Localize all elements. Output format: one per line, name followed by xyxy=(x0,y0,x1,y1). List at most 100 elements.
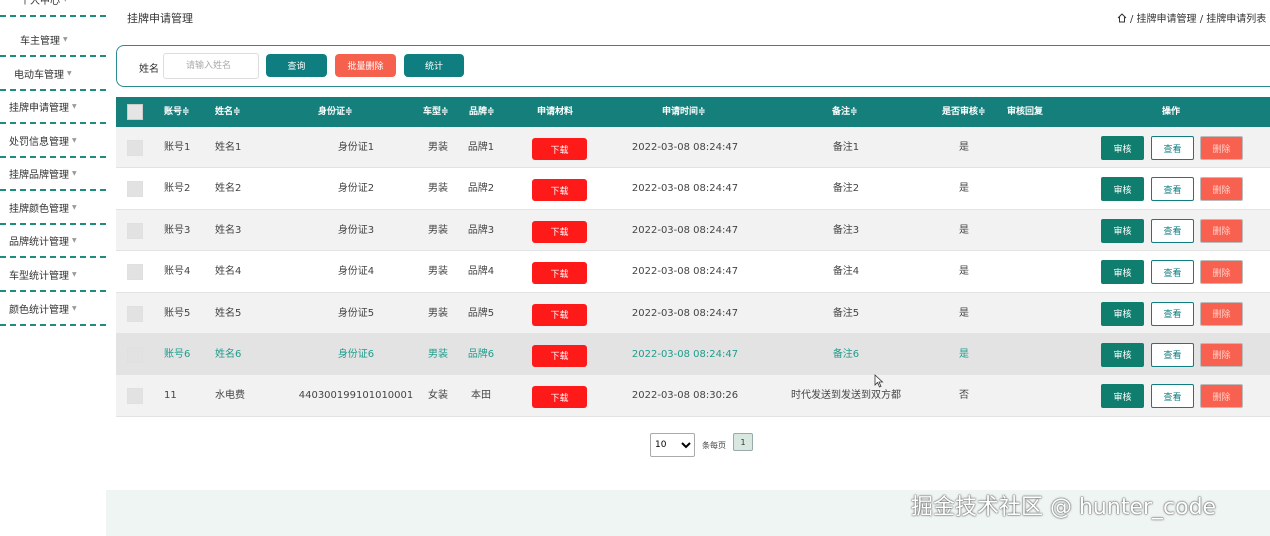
row-checkbox[interactable] xyxy=(127,140,143,156)
col-audited[interactable]: 是否审核≑ xyxy=(942,97,986,127)
table-row[interactable]: 账号5 姓名5 身份证5 男装 品牌5 2022-03-08 08:24:47 备注5 是 下载… xyxy=(116,292,1270,334)
table-row[interactable]: 11 水电费 440300199101010001 女装 本田 2022-03-08 08… xyxy=(116,375,1270,417)
delete-button[interactable]: 删除 xyxy=(1200,218,1243,243)
page-title: 挂牌申请管理 xyxy=(127,12,193,25)
view-button[interactable]: 查看 xyxy=(1151,301,1194,326)
col-remark[interactable]: 备注≑ xyxy=(832,97,858,127)
view-button[interactable]: 查看 xyxy=(1151,136,1194,160)
home-icon[interactable] xyxy=(1117,12,1127,23)
sidebar-item[interactable]: 车主管理 ▼ xyxy=(0,24,106,57)
delete-button[interactable]: 删除 xyxy=(1200,301,1243,326)
download-button[interactable]: 下载 xyxy=(532,138,587,160)
view-button[interactable]: 查看 xyxy=(1151,260,1194,285)
cell-type: 男装 xyxy=(428,183,448,195)
col-time[interactable]: 申请时间≑ xyxy=(662,97,706,127)
cell-remark: 备注5 xyxy=(832,307,860,319)
batch-delete-button[interactable]: 批量删除 xyxy=(335,54,396,77)
col-brand[interactable]: 品牌≑ xyxy=(469,97,495,127)
per-page-label: 条每页 xyxy=(702,441,726,450)
page-number-button[interactable]: 1 xyxy=(733,433,753,451)
table-header: 账号≑ 姓名≑ 身份证≑ 车型≑ 品牌≑ 申请材料 申请时间≑ 备注≑ 是否审核… xyxy=(116,97,1270,127)
sidebar-item-label: 个人中心 xyxy=(20,0,60,7)
delete-button[interactable]: 删除 xyxy=(1200,136,1243,160)
audit-button[interactable]: 审核 xyxy=(1101,342,1144,367)
sidebar-item-label: 品牌统计管理 xyxy=(9,237,69,248)
chevron-down-icon: ▼ xyxy=(72,204,77,211)
sidebar-item-label: 挂牌颜色管理 xyxy=(9,204,69,215)
col-type[interactable]: 车型≑ xyxy=(423,97,449,127)
row-checkbox[interactable] xyxy=(127,388,143,405)
search-input[interactable] xyxy=(163,53,259,79)
cell-account: 账号6 xyxy=(164,348,191,360)
download-button[interactable]: 下载 xyxy=(532,179,587,202)
table-row[interactable]: 账号1 姓名1 身份证1 男装 品牌1 2022-03-08 08:24:47 备注1 是 下载… xyxy=(116,127,1270,169)
sidebar-item-label: 颜色统计管理 xyxy=(9,305,69,316)
search-panel: 姓名 查询 批量删除 统计 xyxy=(116,45,1270,87)
cell-type: 男装 xyxy=(428,307,448,319)
sidebar-item-label: 挂牌申请管理 xyxy=(9,103,69,114)
delete-button[interactable]: 删除 xyxy=(1200,177,1243,202)
row-checkbox[interactable] xyxy=(127,305,143,322)
cell-type: 男装 xyxy=(428,224,448,236)
download-button[interactable]: 下载 xyxy=(532,220,587,243)
col-reply: 审核回复 xyxy=(1007,107,1044,117)
audit-button[interactable]: 审核 xyxy=(1101,384,1144,409)
sidebar-item[interactable]: 挂牌颜色管理 ▼ xyxy=(0,192,106,225)
sidebar-item-label: 挂牌品牌管理 xyxy=(9,170,69,181)
sidebar-item[interactable]: 挂牌申请管理 ▼ xyxy=(0,91,106,124)
audit-button[interactable]: 审核 xyxy=(1101,218,1144,243)
delete-button[interactable]: 删除 xyxy=(1200,260,1243,285)
sidebar-item[interactable]: 挂牌品牌管理 ▼ xyxy=(0,158,106,191)
sidebar-item[interactable]: 处罚信息管理 ▼ xyxy=(0,125,106,158)
cell-idcard: 身份证5 xyxy=(337,307,375,319)
row-checkbox[interactable] xyxy=(127,181,143,198)
cell-time: 2022-03-08 08:24:47 xyxy=(631,348,739,360)
cell-name: 姓名2 xyxy=(215,183,242,195)
sidebar-item[interactable]: 个人中心▼ xyxy=(0,0,106,17)
delete-button[interactable]: 删除 xyxy=(1200,342,1243,367)
col-actions: 操作 xyxy=(1162,107,1181,117)
cell-account: 账号4 xyxy=(164,266,191,278)
download-button[interactable]: 下载 xyxy=(532,386,587,409)
download-button[interactable]: 下载 xyxy=(532,344,587,367)
row-checkbox[interactable] xyxy=(127,222,143,239)
statistics-button[interactable]: 统计 xyxy=(404,54,464,77)
sidebar-item[interactable]: 品牌统计管理 ▼ xyxy=(0,225,106,258)
audit-button[interactable]: 审核 xyxy=(1101,301,1144,326)
view-button[interactable]: 查看 xyxy=(1151,218,1194,243)
cell-idcard: 身份证3 xyxy=(337,224,375,236)
view-button[interactable]: 查看 xyxy=(1151,177,1194,202)
select-all-checkbox[interactable] xyxy=(127,104,143,120)
audit-button[interactable]: 审核 xyxy=(1101,136,1144,160)
cell-type: 男装 xyxy=(428,266,448,278)
cell-account: 账号5 xyxy=(164,307,191,319)
table-row[interactable]: 账号3 姓名3 身份证3 男装 品牌3 2022-03-08 08:24:47 备注3 是 下载… xyxy=(116,209,1270,252)
download-button[interactable]: 下载 xyxy=(532,262,587,285)
query-button[interactable]: 查询 xyxy=(266,54,327,77)
download-button[interactable]: 下载 xyxy=(532,303,587,326)
delete-button[interactable]: 删除 xyxy=(1200,384,1243,409)
table-row[interactable]: 账号4 姓名4 身份证4 男装 品牌4 2022-03-08 08:24:47 备注4 是 下载… xyxy=(116,251,1270,293)
cell-name: 姓名4 xyxy=(215,266,242,278)
sidebar-item[interactable]: 颜色统计管理 ▼ xyxy=(0,293,106,326)
breadcrumb-path[interactable]: / 挂牌申请管理 / 挂牌申请列表 xyxy=(1130,10,1266,25)
col-account[interactable]: 账号≑ xyxy=(164,97,190,127)
col-name[interactable]: 姓名≑ xyxy=(215,97,241,127)
col-idcard[interactable]: 身份证≑ xyxy=(318,97,353,127)
cell-audited: 是 xyxy=(959,348,969,360)
cell-account: 账号3 xyxy=(164,224,191,236)
cell-idcard: 身份证1 xyxy=(337,142,375,153)
audit-button[interactable]: 审核 xyxy=(1101,260,1144,285)
view-button[interactable]: 查看 xyxy=(1151,384,1194,409)
row-checkbox[interactable] xyxy=(127,346,143,363)
view-button[interactable]: 查看 xyxy=(1151,342,1194,367)
sidebar-item[interactable]: 车型统计管理 ▼ xyxy=(0,259,106,292)
audit-button[interactable]: 审核 xyxy=(1101,177,1144,202)
row-checkbox[interactable] xyxy=(127,264,143,281)
sidebar-item[interactable]: 电动车管理 ▼ xyxy=(0,58,106,91)
page-size-select[interactable]: 10 xyxy=(650,433,695,457)
table-row[interactable]: 账号2 姓名2 身份证2 男装 品牌2 2022-03-08 08:24:47 备注2 是 下载… xyxy=(116,168,1270,210)
cell-remark: 备注6 xyxy=(832,348,860,360)
table-row[interactable]: 账号6 姓名6 身份证6 男装 品牌6 2022-03-08 08:24:47 备注6 是 下载… xyxy=(116,333,1270,376)
col-material: 申请材料 xyxy=(537,107,574,117)
